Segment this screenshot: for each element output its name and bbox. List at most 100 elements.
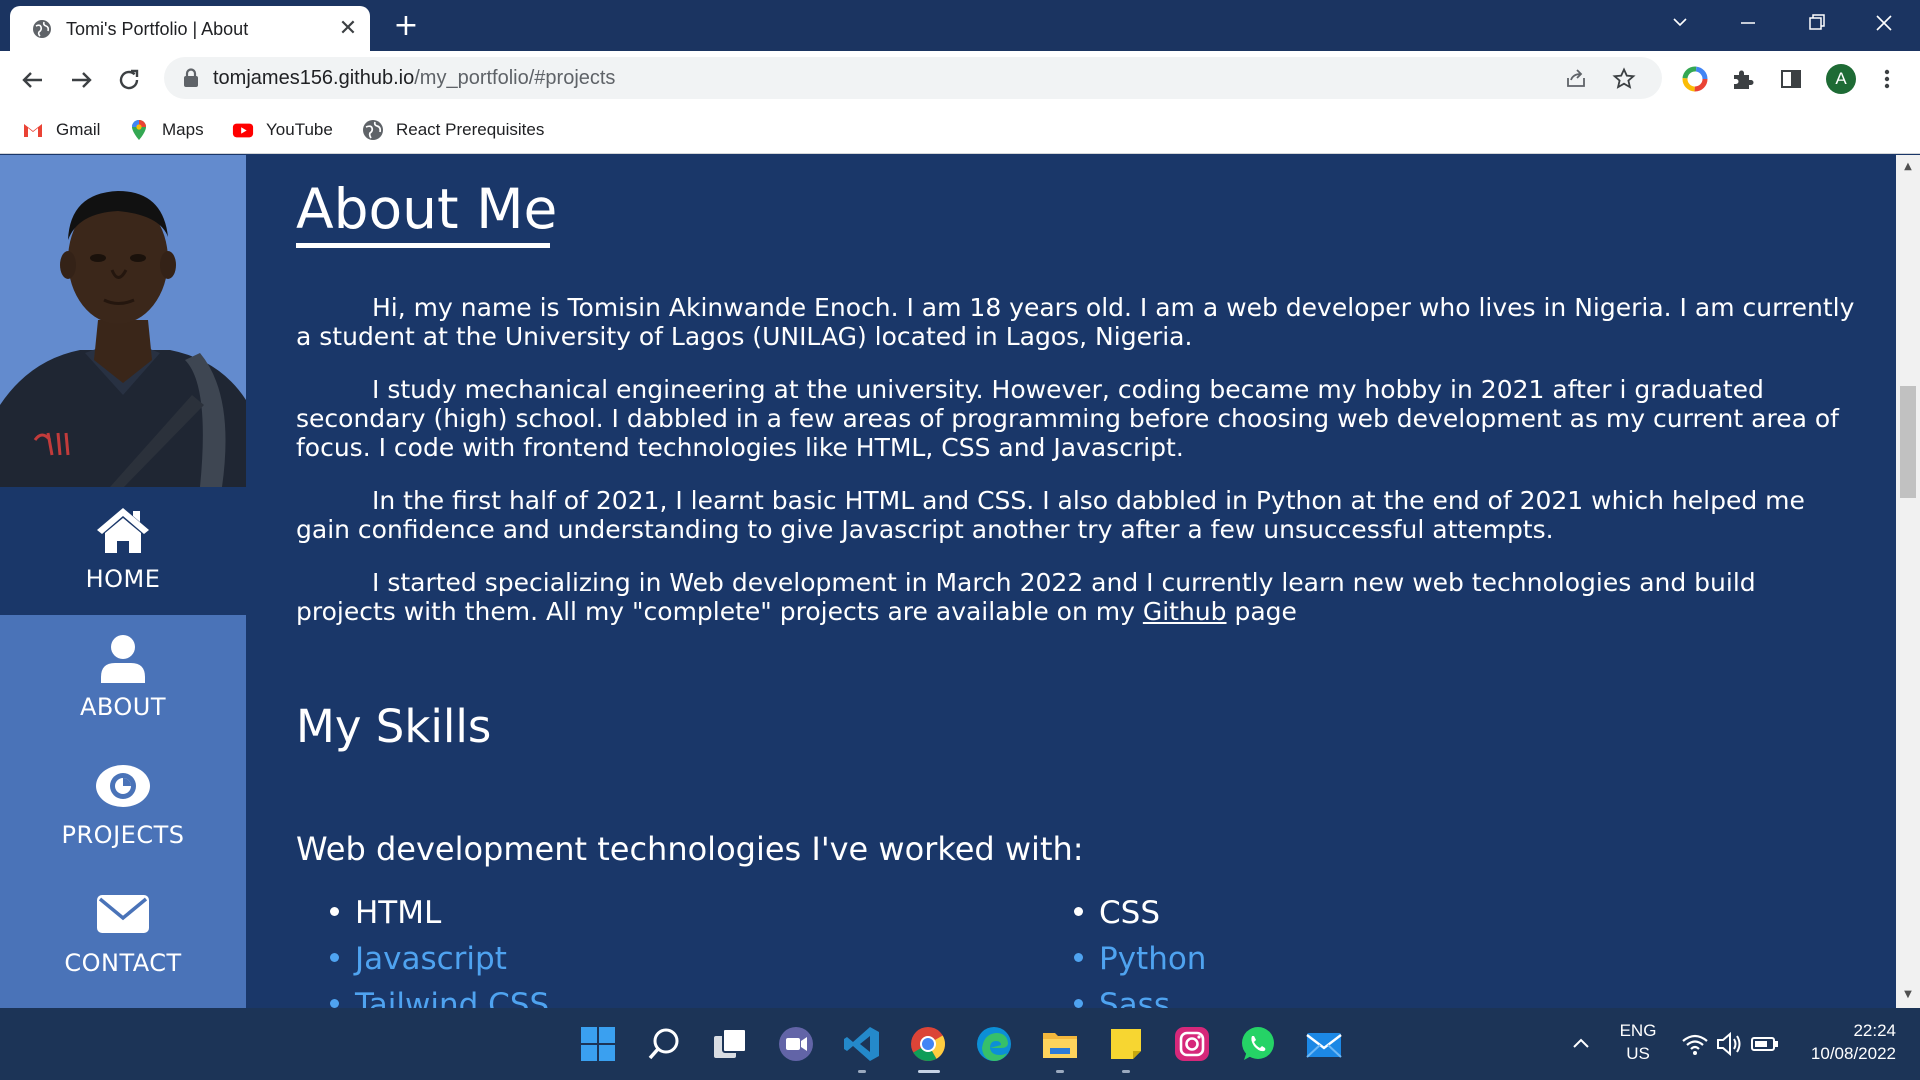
bookmark-label: Gmail xyxy=(56,120,101,139)
bookmark-youtube[interactable]: YouTube xyxy=(232,115,333,145)
address-bar[interactable]: tomjames156.github.io/my_portfolio/#proj… xyxy=(164,57,1662,99)
skill-item[interactable]: Tailwind CSS xyxy=(330,987,549,1008)
nav-label: HOME xyxy=(85,565,161,593)
clock-date[interactable]: 10/08/2022 xyxy=(1796,1044,1896,1064)
scrollbar-thumb[interactable] xyxy=(1900,386,1916,498)
bookmark-react-prerequisites[interactable]: React Prerequisites xyxy=(362,115,544,145)
bullet xyxy=(1074,953,1083,962)
bookmark-maps[interactable]: Maps xyxy=(128,115,204,145)
page-scrollbar[interactable]: ▲ ▼ xyxy=(1896,155,1920,1008)
minimize-icon[interactable] xyxy=(1728,8,1768,38)
gmail-icon xyxy=(24,124,42,137)
browser-tab-strip: Tomi's Portfolio | About ✕ + xyxy=(0,0,1920,51)
close-window-icon[interactable] xyxy=(1864,8,1904,38)
nav-home[interactable]: HOME xyxy=(0,487,246,615)
nav-contact[interactable]: CONTACT xyxy=(0,871,246,999)
about-paragraph-text: I started specializing in Web developmen… xyxy=(296,568,1756,626)
file-explorer-icon[interactable] xyxy=(1040,1024,1080,1064)
bullet xyxy=(330,953,339,962)
more-menu-icon[interactable] xyxy=(1874,66,1900,92)
volume-icon[interactable] xyxy=(1714,1030,1744,1058)
skill-label: CSS xyxy=(1099,895,1161,931)
reload-icon[interactable] xyxy=(112,63,146,97)
vscode-icon[interactable] xyxy=(842,1024,882,1064)
profile-avatar[interactable]: A xyxy=(1826,64,1856,94)
task-view-icon[interactable] xyxy=(710,1024,750,1064)
tab-close-icon[interactable]: ✕ xyxy=(336,17,360,41)
skills-heading: My Skills xyxy=(296,700,492,753)
web-tech-subheading: Web development technologies I've worked… xyxy=(296,830,1084,868)
tab-title: Tomi's Portfolio | About xyxy=(66,19,249,39)
skill-label[interactable]: Tailwind CSS xyxy=(355,987,549,1008)
whatsapp-icon[interactable] xyxy=(1238,1024,1278,1064)
wifi-icon[interactable] xyxy=(1680,1030,1710,1058)
browser-tab-active[interactable]: Tomi's Portfolio | About ✕ xyxy=(10,6,370,51)
running-indicator xyxy=(1056,1070,1064,1073)
sidebar: HOME ABOUT PROJECTS CONTACT xyxy=(0,155,246,1008)
running-indicator xyxy=(1122,1070,1130,1073)
scroll-down-arrow-icon[interactable]: ▼ xyxy=(1902,989,1914,1001)
about-paragraph: Hi, my name is Tomisin Akinwande Enoch. … xyxy=(296,293,1855,351)
skill-label[interactable]: Sass xyxy=(1099,987,1170,1008)
teams-chat-icon[interactable] xyxy=(776,1024,816,1064)
nav-about[interactable]: ABOUT xyxy=(0,615,246,743)
bullet xyxy=(1074,907,1083,916)
skill-item: CSS xyxy=(1074,895,1160,931)
lock-icon[interactable] xyxy=(182,68,200,88)
github-link[interactable]: Github xyxy=(1143,597,1227,626)
about-paragraph: I started specializing in Web developmen… xyxy=(296,568,1856,626)
restore-icon[interactable] xyxy=(1796,8,1836,38)
windows-taskbar: ENG US 22:24 10/08/2022 xyxy=(0,1008,1920,1080)
eye-icon xyxy=(96,765,150,807)
running-indicator xyxy=(858,1070,866,1073)
color-extension-icon[interactable] xyxy=(1682,66,1708,92)
show-hidden-icons-chevron-icon[interactable] xyxy=(1566,1028,1596,1058)
skill-label[interactable]: Javascript xyxy=(355,941,507,977)
battery-icon[interactable] xyxy=(1750,1030,1780,1058)
input-region[interactable]: US xyxy=(1616,1044,1660,1064)
input-language[interactable]: ENG xyxy=(1616,1021,1660,1041)
running-indicator xyxy=(918,1070,940,1073)
new-tab-button[interactable]: + xyxy=(390,10,422,42)
edge-icon[interactable] xyxy=(974,1024,1014,1064)
maps-icon xyxy=(132,120,146,140)
bullet xyxy=(330,999,339,1008)
youtube-icon xyxy=(232,123,254,138)
skill-item: HTML xyxy=(330,895,441,931)
skill-item[interactable]: Python xyxy=(1074,941,1206,977)
scroll-up-arrow-icon[interactable]: ▲ xyxy=(1902,161,1914,173)
tab-search-chevron-icon[interactable] xyxy=(1660,8,1700,38)
share-icon[interactable] xyxy=(1564,67,1588,91)
url-text[interactable]: tomjames156.github.io/my_portfolio/#proj… xyxy=(213,67,615,90)
chrome-icon[interactable] xyxy=(908,1024,948,1064)
windows-start-icon[interactable] xyxy=(578,1024,618,1064)
bookmark-gmail[interactable]: Gmail xyxy=(22,115,100,145)
nav-projects[interactable]: PROJECTS xyxy=(0,743,246,871)
back-arrow-icon[interactable] xyxy=(16,63,50,97)
bookmark-label: YouTube xyxy=(266,120,333,139)
side-panel-icon[interactable] xyxy=(1778,66,1804,92)
user-icon xyxy=(101,635,145,683)
skill-item[interactable]: Sass xyxy=(1074,987,1170,1008)
extensions-puzzle-icon[interactable] xyxy=(1730,66,1756,92)
skill-label[interactable]: Python xyxy=(1099,941,1206,977)
browser-toolbar: tomjames156.github.io/my_portfolio/#proj… xyxy=(0,51,1920,107)
bullet xyxy=(330,907,339,916)
nav-label: ABOUT xyxy=(79,693,167,721)
globe-icon xyxy=(33,20,51,38)
mail-icon[interactable] xyxy=(1304,1024,1344,1064)
about-paragraph-text: page xyxy=(1226,597,1297,626)
bookmark-star-icon[interactable] xyxy=(1612,67,1636,91)
about-heading: About Me xyxy=(296,177,558,241)
clock-time[interactable]: 22:24 xyxy=(1796,1021,1896,1041)
search-icon[interactable] xyxy=(644,1024,684,1064)
skill-item[interactable]: Javascript xyxy=(330,941,507,977)
instagram-icon[interactable] xyxy=(1172,1024,1212,1064)
sticky-notes-icon[interactable] xyxy=(1106,1024,1146,1064)
about-heading-underline xyxy=(296,243,550,248)
about-paragraph: In the first half of 2021, I learnt basi… xyxy=(296,486,1805,544)
forward-arrow-icon[interactable] xyxy=(64,63,98,97)
bookmarks-bar: Gmail Maps YouTube React Prerequisites xyxy=(0,107,1920,154)
profile-photo xyxy=(0,155,246,487)
skill-label: HTML xyxy=(355,895,442,931)
